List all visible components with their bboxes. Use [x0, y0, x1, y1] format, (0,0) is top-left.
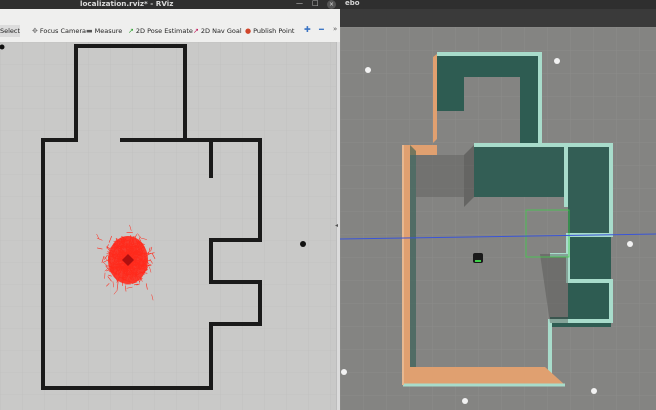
tool-select[interactable]: Select — [0, 25, 21, 37]
gazebo-window-title: ebo — [345, 0, 360, 7]
ruler-icon: ▬ — [86, 27, 93, 35]
tool-2d-nav-goal-label: 2D Nav Goal — [200, 27, 242, 35]
tool-select-label: Select — [0, 27, 21, 35]
tool-focus-camera[interactable]: ✥ Focus Camera — [32, 25, 86, 37]
gazebo-toolbar — [340, 9, 656, 27]
splitter-arrow-icon[interactable]: ◂ — [335, 222, 338, 229]
map-marker-dot — [300, 241, 306, 247]
window-close-button[interactable]: × — [327, 0, 336, 9]
tool-2d-nav-goal[interactable]: ↗ 2D Nav Goal — [193, 25, 242, 37]
rviz-window: localization.rviz* - RViz — □ Select ✥ F… — [0, 0, 340, 410]
zoom-out-icon[interactable]: ━ — [319, 25, 324, 34]
robot-sensor — [475, 260, 481, 262]
point-pin-icon: ● — [245, 27, 252, 35]
gazebo-scene[interactable] — [340, 27, 656, 410]
maximize-icon[interactable]: □ — [312, 0, 319, 7]
pose-arrow-icon: ↗ — [128, 27, 134, 35]
rviz-title-bar: localization.rviz* - RViz — □ — [0, 0, 340, 9]
goal-arrow-icon: ↗ — [193, 27, 199, 35]
focus-camera-icon: ✥ — [32, 27, 38, 35]
tool-publish-point[interactable]: ● Publish Point — [245, 25, 294, 37]
gazebo-title-bar: ebo — [340, 0, 656, 9]
tool-publish-point-label: Publish Point — [253, 27, 295, 35]
occupancy-map — [0, 42, 336, 410]
move-camera-icon[interactable]: ✚ — [304, 25, 311, 34]
tool-measure-label: Measure — [94, 27, 123, 35]
gazebo-window: ebo — [340, 0, 656, 410]
tool-focus-camera-label: Focus Camera — [39, 27, 87, 35]
minimize-icon[interactable]: — — [296, 0, 303, 7]
rviz-3d-view[interactable] — [0, 42, 336, 410]
tool-measure[interactable]: ▬ Measure — [86, 25, 122, 37]
tool-2d-pose-estimate[interactable]: ↗ 2D Pose Estimate — [128, 25, 193, 37]
more-tools-icon[interactable]: » — [333, 25, 337, 33]
rviz-window-title: localization.rviz* - RViz — [80, 0, 174, 8]
tool-2d-pose-estimate-label: 2D Pose Estimate — [135, 27, 193, 35]
